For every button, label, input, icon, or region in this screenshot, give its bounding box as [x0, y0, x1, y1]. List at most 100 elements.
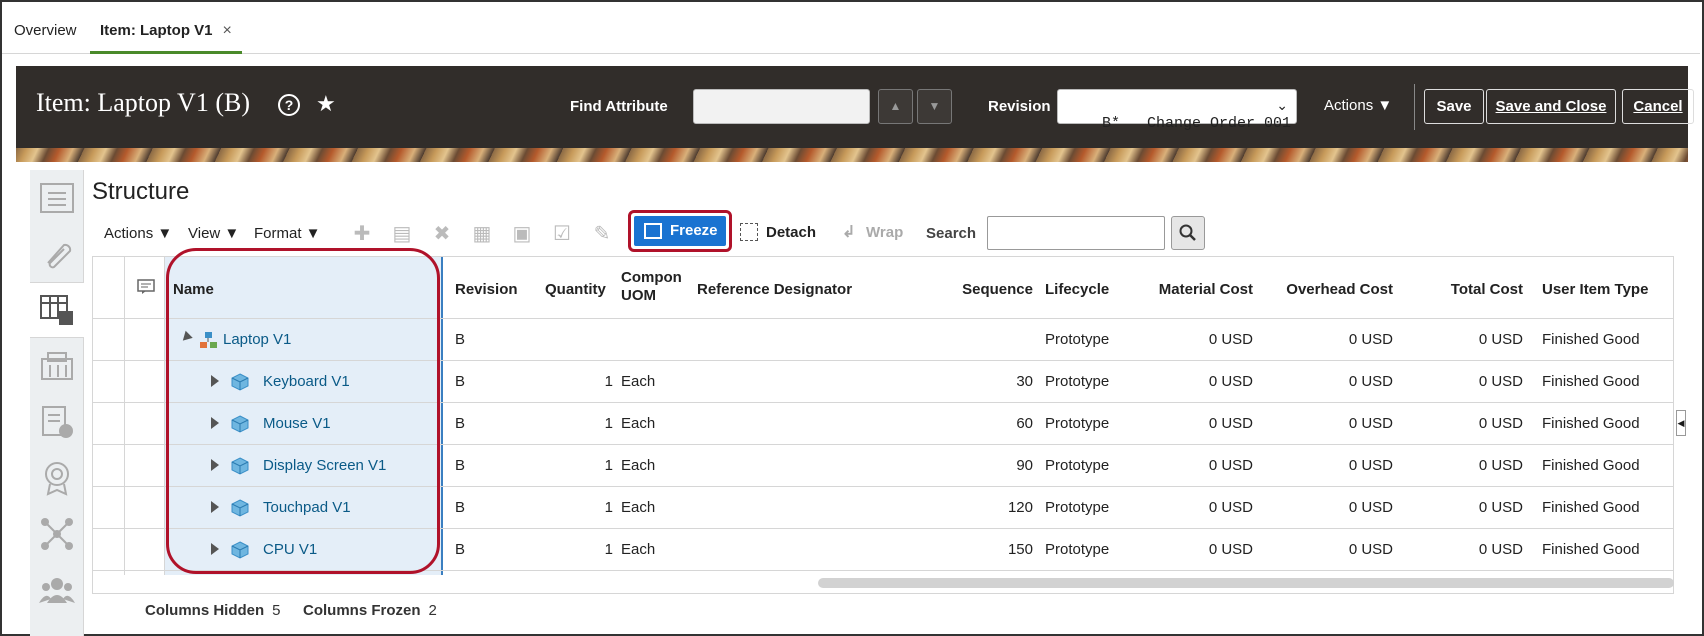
table-edit-icon[interactable]: ▦ [470, 222, 494, 246]
rail-history[interactable] [30, 394, 84, 450]
cell-sequence: 90 [1016, 457, 1033, 474]
find-attribute-input[interactable] [693, 89, 870, 124]
tab-item-label: Item: Laptop V1 [100, 22, 213, 39]
actions-menu[interactable]: Actions ▼ [104, 225, 172, 242]
column-header-overhead-cost[interactable]: Overhead Cost [1263, 281, 1393, 298]
header-actions-menu[interactable]: Actions ▼ [1324, 97, 1392, 114]
cell-material-cost: 0 USD [1208, 331, 1253, 348]
freeze-label: Freeze [670, 222, 718, 239]
rail-attachments[interactable] [30, 226, 84, 282]
decorative-banner [16, 148, 1688, 162]
column-header-component-uom[interactable]: Compon UOM [621, 269, 689, 305]
cell-total-cost: 0 USD [1478, 373, 1523, 390]
cell-sequence: 60 [1016, 415, 1033, 432]
find-attribute-label: Find Attribute [570, 98, 668, 115]
clipboard-icon[interactable]: ▣ [510, 222, 534, 246]
column-header-sequence[interactable]: Sequence [933, 281, 1033, 298]
tab-overview-label: Overview [14, 22, 77, 39]
view-menu[interactable]: View ▼ [188, 225, 239, 242]
down-arrow-icon: ▼ [928, 99, 941, 113]
column-header-user-item-type[interactable]: User Item Type [1542, 281, 1648, 298]
column-header-total-cost[interactable]: Total Cost [1413, 281, 1523, 298]
cell-total-cost: 0 USD [1478, 415, 1523, 432]
cell-material-cost: 0 USD [1208, 415, 1253, 432]
cell-quantity: 1 [604, 415, 613, 432]
save-and-close-button[interactable]: Save and Close [1486, 89, 1616, 124]
badge-icon [45, 462, 69, 496]
cell-overhead-cost: 0 USD [1348, 331, 1393, 348]
people-icon [39, 578, 75, 603]
cell-user-item-type: Finished Good [1542, 541, 1640, 558]
cell-user-item-type: Finished Good [1542, 373, 1640, 390]
cell-uom: Each [621, 541, 656, 558]
revision-value: B* Change Order 001 [1102, 115, 1292, 132]
rail-overview[interactable] [30, 170, 84, 226]
check-clipboard-icon[interactable]: ☑ [550, 222, 574, 246]
cell-overhead-cost: 0 USD [1348, 373, 1393, 390]
column-header-quantity[interactable]: Quantity [545, 281, 606, 298]
column-header-revision[interactable]: Revision [455, 281, 518, 298]
wrap-icon: ↲ [842, 224, 856, 241]
search-input[interactable] [987, 216, 1165, 250]
save-button[interactable]: Save [1424, 89, 1484, 124]
columns-frozen-label: Columns Frozen [303, 602, 421, 619]
delete-icon[interactable]: ✖ [430, 222, 454, 246]
cell-quantity: 1 [604, 457, 613, 474]
add-icon[interactable]: ✚ [350, 222, 374, 246]
chevron-down-icon: ⌄ [1276, 97, 1288, 113]
revision-select[interactable]: B* Change Order 001 ⌄ [1057, 89, 1297, 132]
help-icon[interactable]: ? [278, 94, 300, 116]
find-previous-button[interactable]: ▲ [878, 89, 913, 124]
detach-button[interactable]: Detach [740, 223, 817, 241]
horizontal-scrollbar[interactable] [818, 578, 1674, 588]
wrap-button[interactable]: ↲ Wrap [842, 224, 903, 241]
cell-user-item-type: Finished Good [1542, 499, 1640, 516]
cell-revision: B [455, 331, 466, 348]
column-header-material-cost[interactable]: Material Cost [1133, 281, 1253, 298]
find-next-button[interactable]: ▼ [917, 89, 952, 124]
search-button[interactable] [1171, 216, 1205, 250]
rail-building[interactable] [30, 338, 84, 394]
rail-structure[interactable] [30, 282, 84, 338]
cell-lifecycle: Prototype [1045, 331, 1110, 348]
cell-material-cost: 0 USD [1208, 373, 1253, 390]
tab-item[interactable]: Item: Laptop V1 × [90, 22, 242, 54]
star-icon[interactable]: ★ [316, 91, 336, 117]
edit-document-icon[interactable]: ✎ [590, 222, 614, 246]
close-icon[interactable]: × [223, 22, 232, 39]
cell-revision: B [455, 373, 466, 390]
column-header-lifecycle[interactable]: Lifecycle [1045, 281, 1109, 298]
cell-revision: B [455, 457, 466, 474]
cell-uom: Each [621, 415, 656, 432]
wrap-label: Wrap [866, 224, 904, 241]
cell-overhead-cost: 0 USD [1348, 457, 1393, 474]
detach-label: Detach [766, 224, 817, 241]
collapse-panel-handle[interactable]: ◀ [1676, 410, 1686, 436]
columns-frozen-value: 2 [428, 602, 437, 619]
page-header: Item: Laptop V1 (B) ? ★ Find Attribute ▲… [16, 66, 1694, 148]
rail-relationships[interactable] [30, 506, 84, 562]
copy-icon[interactable]: ▤ [390, 222, 414, 246]
cancel-button[interactable]: Cancel [1622, 89, 1694, 124]
columns-hidden-value: 5 [272, 602, 281, 619]
cell-overhead-cost: 0 USD [1348, 415, 1393, 432]
column-header-component-uom-line2: UOM [621, 287, 656, 304]
column-header-component-uom-line1: Compon [621, 269, 682, 286]
building-icon [41, 352, 73, 380]
rail-people[interactable] [30, 562, 84, 618]
cell-uom: Each [621, 457, 656, 474]
list-icon [40, 183, 74, 213]
rail-quality[interactable] [30, 450, 84, 506]
tab-overview[interactable]: Overview [14, 22, 77, 54]
page-title: Item: Laptop V1 (B) [36, 88, 250, 117]
tab-bar: Overview Item: Laptop V1 × [2, 2, 1700, 54]
search-icon [1179, 224, 1196, 241]
format-menu[interactable]: Format ▼ [254, 225, 321, 242]
name-column-highlight [166, 248, 440, 574]
cell-quantity: 1 [604, 373, 613, 390]
freeze-button[interactable]: Freeze [634, 216, 726, 246]
cell-total-cost: 0 USD [1478, 541, 1523, 558]
cell-user-item-type: Finished Good [1542, 457, 1640, 474]
column-header-reference-designator[interactable]: Reference Designator [697, 281, 852, 298]
cell-uom: Each [621, 373, 656, 390]
